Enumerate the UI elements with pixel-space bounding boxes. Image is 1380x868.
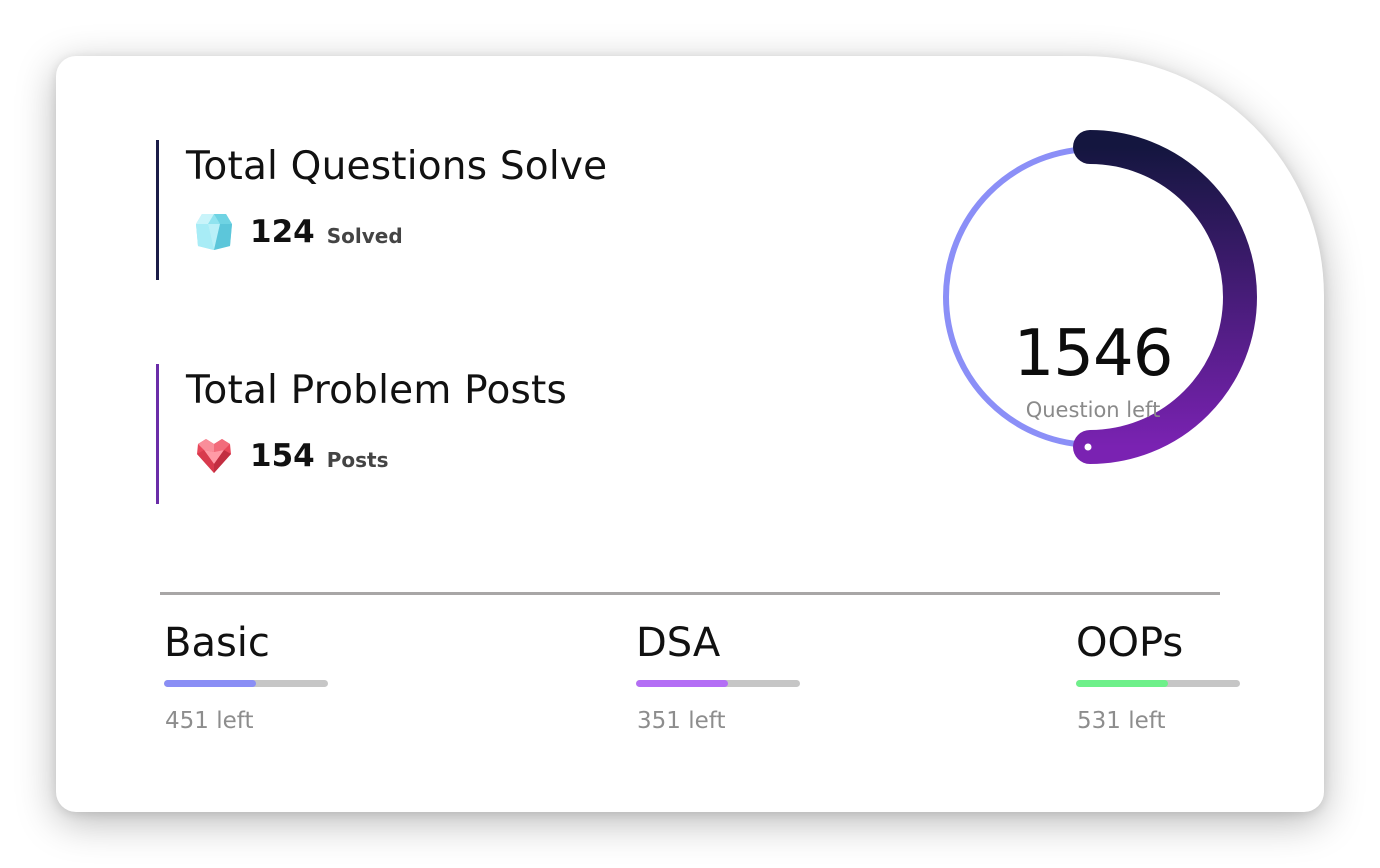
diamond-icon — [194, 212, 234, 252]
category-dsa[interactable]: DSA 351 left — [636, 618, 816, 758]
category-dsa-left: 351 left — [637, 708, 726, 734]
category-basic-name: Basic — [164, 620, 270, 666]
category-dsa-progress-fill — [636, 680, 728, 687]
questions-solved-title: Total Questions Solve — [186, 144, 608, 189]
questions-left-value: 1546 — [1013, 317, 1174, 391]
category-oops-name: OOPs — [1076, 620, 1184, 666]
problem-posts-unit: Posts — [326, 448, 389, 472]
heart-gem-icon — [194, 436, 234, 476]
problem-posts-value: 154 — [250, 438, 315, 474]
category-basic[interactable]: Basic 451 left — [164, 618, 344, 758]
category-oops[interactable]: OOPs 531 left — [1076, 618, 1256, 758]
questions-solved-block: Total Questions Solve 124 Solved — [156, 140, 676, 280]
problem-posts-row: 154 Posts — [194, 434, 389, 478]
category-basic-progress-track — [164, 680, 328, 687]
questions-solved-unit: Solved — [326, 224, 403, 248]
category-basic-progress-fill — [164, 680, 256, 687]
category-dsa-progress-track — [636, 680, 800, 687]
section-divider — [160, 592, 1220, 595]
problem-posts-title: Total Problem Posts — [186, 368, 568, 413]
questions-left-label: Question left — [1025, 398, 1161, 422]
category-basic-left: 451 left — [165, 708, 254, 734]
category-oops-progress-fill — [1076, 680, 1168, 687]
category-dsa-name: DSA — [636, 620, 721, 666]
category-oops-progress-track — [1076, 680, 1240, 687]
problem-posts-block: Total Problem Posts 154 Posts — [156, 364, 676, 504]
ring-end-dot — [1084, 443, 1092, 451]
questions-solved-row: 124 Solved — [194, 210, 403, 254]
category-oops-left: 531 left — [1077, 708, 1166, 734]
questions-left-ring: 1546 Question left — [940, 130, 1260, 464]
questions-solved-value: 124 — [250, 214, 315, 250]
stats-card: Total Questions Solve 124 Solved Total P… — [56, 56, 1324, 812]
